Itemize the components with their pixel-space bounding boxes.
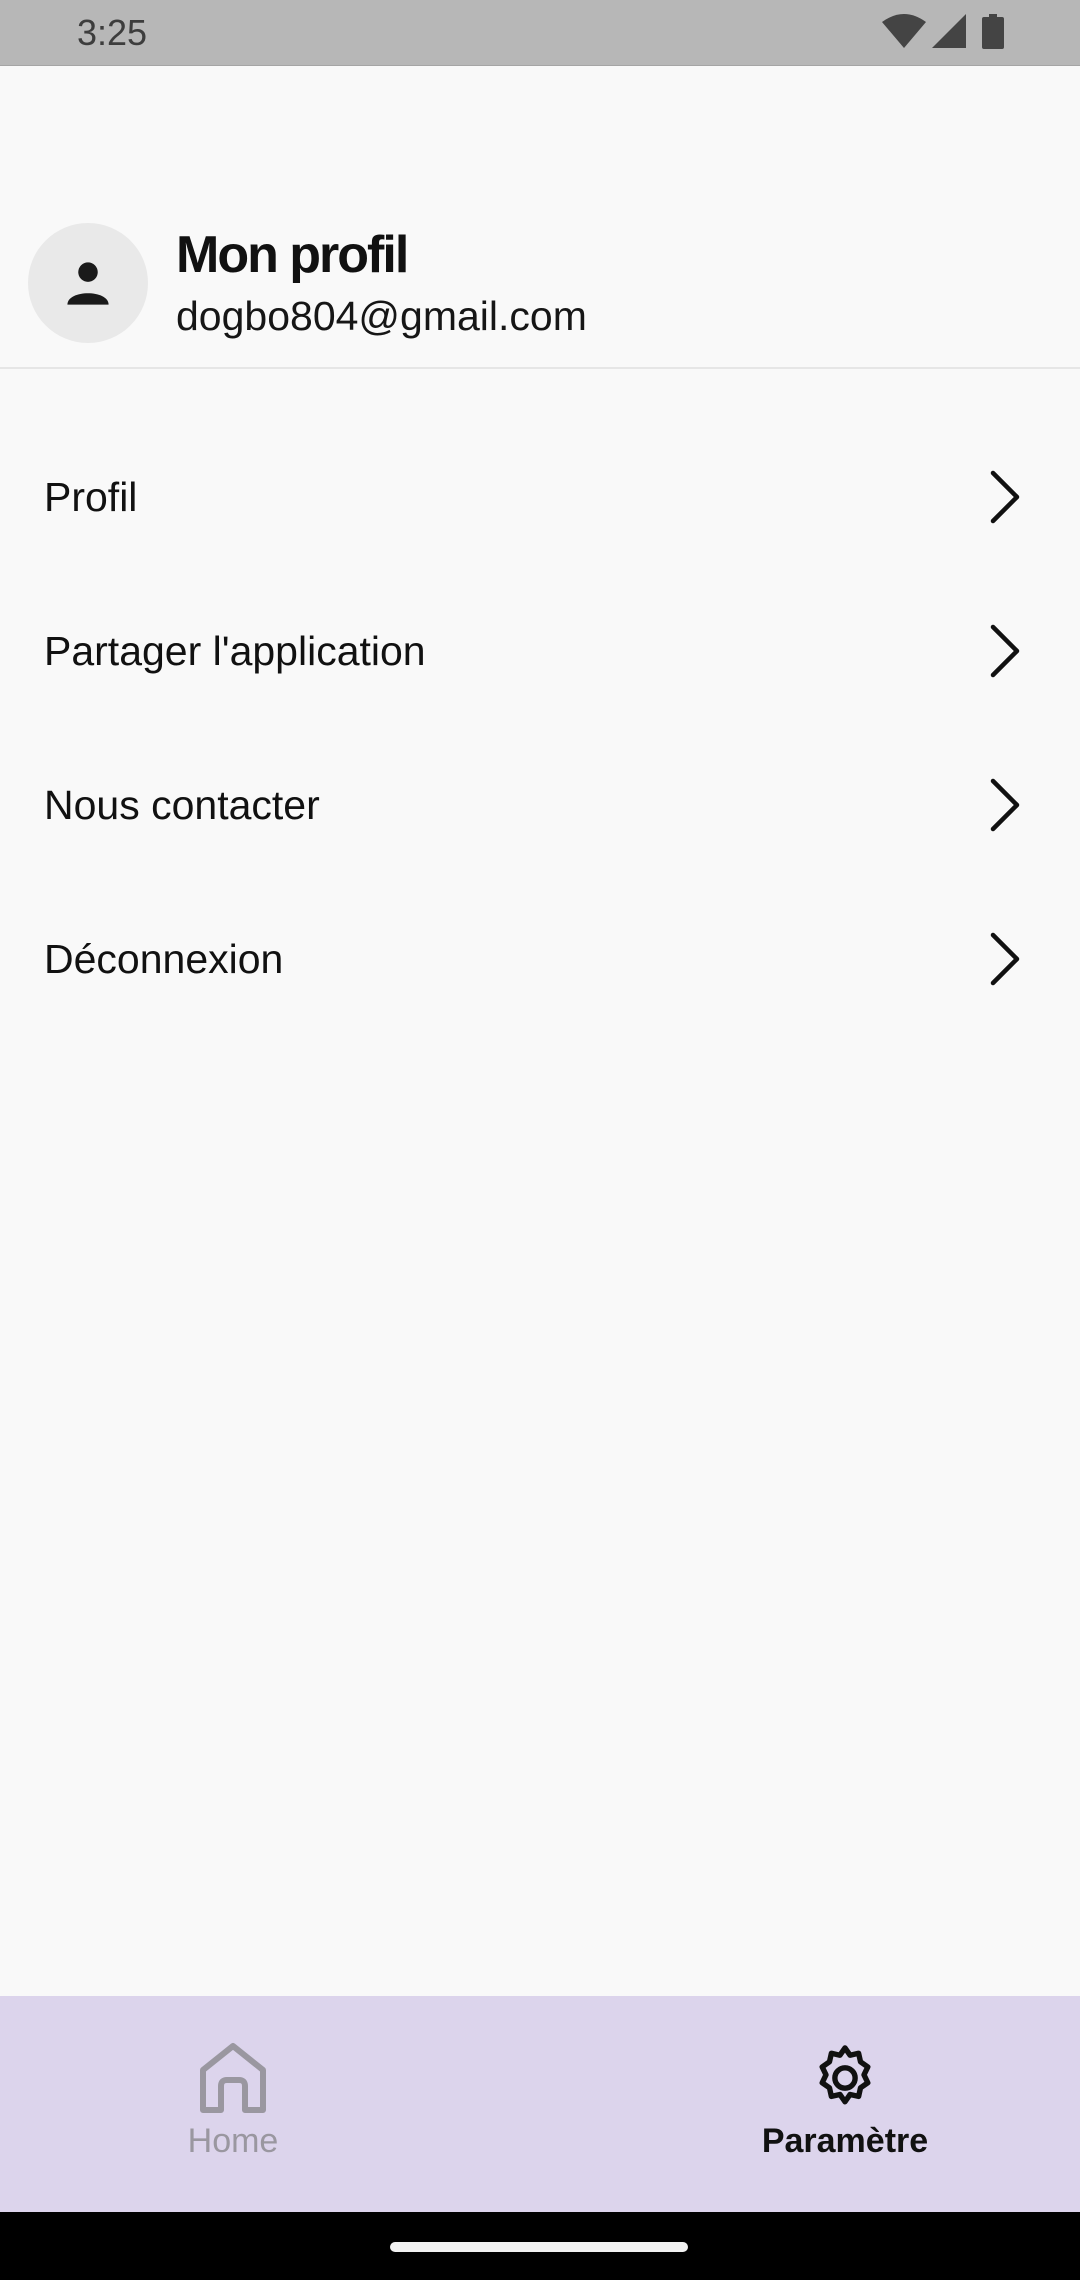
menu-item-share-app[interactable]: Partager l'application xyxy=(0,574,1080,728)
chevron-right-icon xyxy=(990,624,1020,678)
bottom-nav: Home Paramètre xyxy=(0,1996,1080,2212)
nav-item-home[interactable]: Home xyxy=(83,1996,383,2212)
chevron-right-icon xyxy=(990,470,1020,524)
gear-icon xyxy=(819,2045,871,2105)
home-icon xyxy=(200,2043,266,2113)
cell-signal-icon xyxy=(932,14,966,48)
battery-icon xyxy=(982,14,1004,49)
avatar xyxy=(28,223,148,343)
nav-label-parametre: Paramètre xyxy=(761,2122,929,2160)
menu-item-profil[interactable]: Profil xyxy=(0,420,1080,574)
menu-item-label: Partager l'application xyxy=(44,627,426,674)
chevron-right-icon xyxy=(990,778,1020,832)
chevron-right-icon xyxy=(990,932,1020,986)
wifi-icon xyxy=(882,14,926,48)
gesture-bar xyxy=(0,2212,1080,2280)
menu-item-label: Nous contacter xyxy=(44,781,320,828)
profile-title: Mon profil xyxy=(176,226,409,284)
menu-item-contact[interactable]: Nous contacter xyxy=(0,728,1080,882)
nav-item-parametre[interactable]: Paramètre xyxy=(695,1996,995,2212)
profile-header: Mon profil dogbo804@gmail.com xyxy=(0,205,1080,369)
person-icon xyxy=(67,262,109,305)
menu-item-logout[interactable]: Déconnexion xyxy=(0,882,1080,1036)
status-bar: 3:25 xyxy=(0,0,1080,66)
menu-item-label: Profil xyxy=(44,473,138,520)
status-time: 3:25 xyxy=(77,12,148,53)
nav-label-home: Home xyxy=(187,2122,279,2160)
home-gesture-handle[interactable] xyxy=(390,2242,688,2252)
menu-item-label: Déconnexion xyxy=(44,935,284,982)
settings-menu: Profil Partager l'application Nous conta… xyxy=(0,420,1080,1036)
profile-email: dogbo804@gmail.com xyxy=(176,293,587,339)
